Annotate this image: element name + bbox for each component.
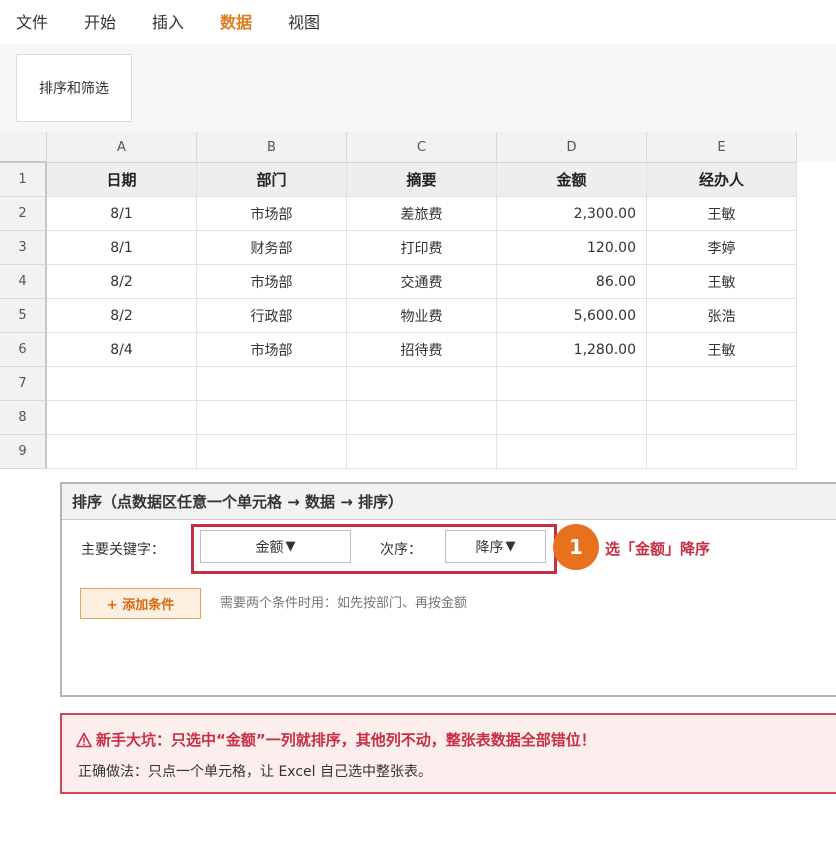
ribbon: 排序和筛选 [0,44,836,132]
empty-cell[interactable] [347,367,497,401]
row-header-3[interactable]: 3 [0,231,47,265]
cell-amount[interactable]: 2,300.00 [497,197,647,231]
empty-cell[interactable] [497,401,647,435]
empty-cell[interactable] [647,401,797,435]
cell-date[interactable]: 8/2 [47,299,197,333]
order-label: 次序： [380,542,422,558]
empty-cell[interactable] [497,367,647,401]
empty-cell[interactable] [47,401,197,435]
primary-key-label: 主要关键字： [81,542,165,558]
empty-cell[interactable] [47,367,197,401]
row-header-4[interactable]: 4 [0,265,47,299]
cell-department[interactable]: 市场部 [197,265,347,299]
order-value: 降序 [475,539,504,556]
header-cell-amount[interactable]: 金额 [497,163,647,197]
warning-body: 正确做法：只点一个单元格，让 Excel 自己选中整张表。 [78,764,432,780]
menu-view[interactable]: 视图 [288,12,320,34]
cell-handler[interactable]: 王敏 [647,265,797,299]
cell-summary[interactable]: 差旅费 [347,197,497,231]
primary-key-value: 金额 [255,539,284,556]
cell-summary[interactable]: 交通费 [347,265,497,299]
empty-cell[interactable] [197,435,347,469]
add-condition-hint: 需要两个条件时用：如先按部门、再按金额 [220,596,468,611]
cell-date[interactable]: 8/1 [47,197,197,231]
warning-box: 新手大坑：只选中“金额”一列就排序，其他列不动，整张表数据全部错位！ 正确做法：… [60,713,836,794]
empty-cell[interactable] [197,367,347,401]
cell-summary[interactable]: 打印费 [347,231,497,265]
menu-home[interactable]: 开始 [84,12,116,34]
step-number-badge: 1 [553,524,599,570]
column-header-c[interactable]: C [347,132,497,163]
cell-handler[interactable]: 李婷 [647,231,797,265]
column-header-d[interactable]: D [497,132,647,163]
dropdown-caret-icon: ▼ [505,539,516,554]
column-header-a[interactable]: A [47,132,197,163]
row-header-1[interactable]: 1 [0,163,47,197]
row-header-2[interactable]: 2 [0,197,47,231]
cell-handler[interactable]: 王敏 [647,333,797,367]
cell-amount[interactable]: 120.00 [497,231,647,265]
row-header-8[interactable]: 8 [0,401,47,435]
column-header-b[interactable]: B [197,132,347,163]
header-fill [797,132,836,162]
order-select[interactable]: 降序 ▼ [445,530,546,563]
empty-cell[interactable] [197,401,347,435]
menu-insert[interactable]: 插入 [152,12,184,34]
select-all-corner[interactable] [0,132,47,163]
row-header-9[interactable]: 9 [0,435,47,469]
sort-filter-button[interactable]: 排序和筛选 [16,54,132,122]
cell-summary[interactable]: 物业费 [347,299,497,333]
cell-department[interactable]: 财务部 [197,231,347,265]
cell-department[interactable]: 行政部 [197,299,347,333]
add-condition-button[interactable]: + 添加条件 [80,588,201,619]
cell-department[interactable]: 市场部 [197,333,347,367]
empty-cell[interactable] [647,367,797,401]
row-header-5[interactable]: 5 [0,299,47,333]
cell-department[interactable]: 市场部 [197,197,347,231]
empty-cell[interactable] [347,435,497,469]
warning-title-row: 新手大坑：只选中“金额”一列就排序，其他列不动，整张表数据全部错位！ [76,729,596,751]
column-header-e[interactable]: E [647,132,797,163]
primary-key-select[interactable]: 金额 ▼ [200,530,351,563]
menu-file[interactable]: 文件 [16,12,48,34]
row-header-6[interactable]: 6 [0,333,47,367]
sort-dialog-title: 排序（点数据区任意一个单元格 → 数据 → 排序） [62,484,836,520]
warning-title: 新手大坑：只选中“金额”一列就排序，其他列不动，整张表数据全部错位！ [96,731,596,749]
empty-cell[interactable] [497,435,647,469]
header-cell-department[interactable]: 部门 [197,163,347,197]
cell-handler[interactable]: 王敏 [647,197,797,231]
empty-cell[interactable] [47,435,197,469]
cell-date[interactable]: 8/1 [47,231,197,265]
dropdown-caret-icon: ▼ [285,539,296,554]
header-cell-date[interactable]: 日期 [47,163,197,197]
menu-data[interactable]: 数据 [220,12,252,34]
cell-date[interactable]: 8/2 [47,265,197,299]
step-annotation: 选「金额」降序 [605,540,711,558]
cell-amount[interactable]: 5,600.00 [497,299,647,333]
empty-cell[interactable] [647,435,797,469]
header-cell-handler[interactable]: 经办人 [647,163,797,197]
sort-dialog: 排序（点数据区任意一个单元格 → 数据 → 排序） 主要关键字： 金额 ▼ 次序… [60,482,836,697]
menu-bar: 文件 开始 插入 数据 视图 [0,0,836,44]
cell-date[interactable]: 8/4 [47,333,197,367]
empty-cell[interactable] [347,401,497,435]
row-header-7[interactable]: 7 [0,367,47,401]
cell-summary[interactable]: 招待费 [347,333,497,367]
header-cell-summary[interactable]: 摘要 [347,163,497,197]
cell-amount[interactable]: 86.00 [497,265,647,299]
cell-amount[interactable]: 1,280.00 [497,333,647,367]
cell-handler[interactable]: 张浩 [647,299,797,333]
warning-triangle-icon [76,732,92,748]
